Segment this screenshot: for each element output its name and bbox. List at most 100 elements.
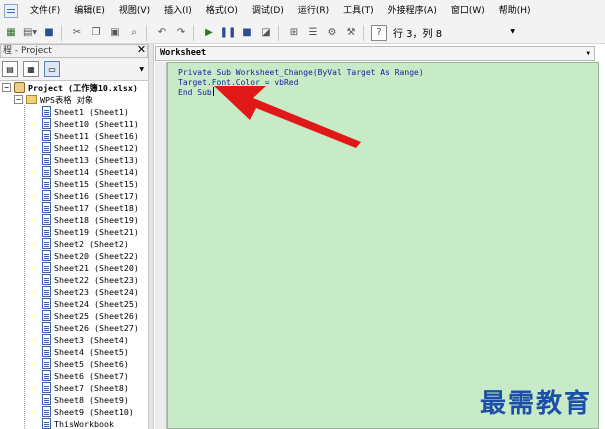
find-icon[interactable]: ⌕ [126,25,142,41]
chevron-down-icon[interactable]: ▼ [586,47,590,60]
tree-item-sheet[interactable]: Sheet8 (Sheet9) [42,394,129,406]
tree-item-sheet[interactable]: Sheet4 (Sheet5) [42,346,129,358]
tree-item-sheet[interactable]: Sheet22 (Sheet23) [42,274,139,286]
sheet-icon [42,238,51,249]
tree-root-row[interactable]: − Project (工作簿10.xlsx) [2,82,138,94]
object-browser-icon[interactable]: ⚙ [324,25,340,41]
menu-file[interactable]: 文件(F) [23,0,67,22]
cut-icon[interactable]: ✂ [69,25,85,41]
tree-item-sheet[interactable]: Sheet26 (Sheet27) [42,322,139,334]
help-icon[interactable]: ? [371,24,387,41]
sheet-icon [42,106,51,117]
toolbox-icon[interactable]: ⚒ [343,25,359,41]
project-tree[interactable]: − Project (工作簿10.xlsx) − WPS表格 对象 Sheet1 (… [0,80,148,429]
standard-toolbar: ▦ ▤ ▼ ■ ✂ ❐ ▣ ⌕ ↶ ↷ ▶ ❚❚ ■ ◪ ⊞ ☰ ⚙ ⚒ ? 行 … [0,22,605,44]
menu-help[interactable]: 帮助(H) [492,0,538,22]
sheet-icon [42,178,51,189]
collapse-icon[interactable]: − [2,83,11,92]
tree-item-sheet[interactable]: Sheet24 (Sheet25) [42,298,139,310]
project-icon [14,82,25,93]
menu-edit[interactable]: 编辑(E) [67,0,112,22]
tree-item-sheet[interactable]: Sheet20 (Sheet22) [42,250,139,262]
tree-item-sheet[interactable]: Sheet11 (Sheet16) [42,130,139,142]
sheet-icon [42,370,51,381]
close-icon[interactable]: ✕ [135,44,148,58]
collapse-icon[interactable]: − [14,95,23,104]
menu-format[interactable]: 格式(O) [199,0,245,22]
tree-item-label: Sheet3 (Sheet4) [54,335,129,345]
redo-icon[interactable]: ↷ [173,25,189,41]
tree-item-sheet[interactable]: Sheet6 (Sheet7) [42,370,129,382]
chevron-down-icon[interactable]: ▼ [139,66,144,73]
properties-icon[interactable]: ☰ [305,25,321,41]
tree-item-label: Sheet4 (Sheet5) [54,347,129,357]
menu-window[interactable]: 窗口(W) [444,0,492,22]
reset-icon[interactable]: ■ [239,25,255,41]
undo-icon[interactable]: ↶ [154,25,170,41]
sheet-icon [42,202,51,213]
menu-tools[interactable]: 工具(T) [336,0,381,22]
menu-addins[interactable]: 外接程序(A) [381,0,444,22]
tree-item-sheet[interactable]: Sheet18 (Sheet19) [42,214,139,226]
copy-icon[interactable]: ❐ [88,25,104,41]
project-explorer-icon[interactable]: ⊞ [286,25,302,41]
menu-view[interactable]: 视图(V) [112,0,157,22]
code-margin[interactable] [155,62,167,429]
tree-item-label: Sheet12 (Sheet12) [54,143,139,153]
tree-item-sheet[interactable]: Sheet13 (Sheet13) [42,154,139,166]
sheet-icon [42,406,51,417]
toolbar-separator [278,24,279,41]
break-icon[interactable]: ❚❚ [220,25,237,41]
tree-item-label: Sheet23 (Sheet24) [54,287,139,297]
object-dropdown[interactable]: Worksheet ▼ [155,46,595,61]
toolbar-options-icon[interactable]: ▼ [510,28,515,35]
tree-item-label: Sheet20 (Sheet22) [54,251,139,261]
tree-item-label: Sheet19 (Sheet21) [54,227,139,237]
run-icon[interactable]: ▶ [201,25,217,41]
code-editor[interactable]: Private Sub Worksheet_Change(ByVal Targe… [167,62,599,429]
tree-item-sheet[interactable]: Sheet17 (Sheet18) [42,202,139,214]
tree-item-label: Sheet24 (Sheet25) [54,299,139,309]
tree-item-sheet[interactable]: Sheet1 (Sheet1) [42,106,129,118]
menu-insert[interactable]: 插入(I) [157,0,199,22]
insert-module-icon[interactable]: ▤ ▼ [22,25,38,41]
tree-item-sheet[interactable]: ThisWorkbook [42,418,114,429]
tree-item-sheet[interactable]: Sheet3 (Sheet4) [42,334,129,346]
tree-item-sheet[interactable]: Sheet23 (Sheet24) [42,286,139,298]
tree-item-sheet[interactable]: Sheet25 (Sheet26) [42,310,139,322]
tree-item-sheet[interactable]: Sheet16 (Sheet17) [42,190,139,202]
text-caret [212,87,214,96]
sheet-icon [42,142,51,153]
tree-item-label: Sheet16 (Sheet17) [54,191,139,201]
tree-item-sheet[interactable]: Sheet10 (Sheet11) [42,118,139,130]
menu-debug[interactable]: 调试(D) [245,0,291,22]
tree-item-sheet[interactable]: Sheet19 (Sheet21) [42,226,139,238]
tree-item-sheet[interactable]: Sheet14 (Sheet14) [42,166,139,178]
sheet-icon [42,166,51,177]
tree-item-sheet[interactable]: Sheet15 (Sheet15) [42,178,139,190]
view-object-icon[interactable]: ▦ [23,61,39,77]
sheet-icon [42,214,51,225]
tree-folder-row[interactable]: − WPS表格 对象 [14,94,93,106]
tree-item-sheet[interactable]: Sheet7 (Sheet8) [42,382,129,394]
design-mode-icon[interactable]: ◪ [258,25,274,41]
tree-item-label: Sheet25 (Sheet26) [54,311,139,321]
paste-icon[interactable]: ▣ [107,25,123,41]
save-icon[interactable]: ■ [41,25,57,41]
code-line[interactable]: End Sub [178,87,214,98]
toggle-folders-icon[interactable]: ▭ [44,61,60,77]
toolbar-separator [193,24,194,41]
code-line-text: Private Sub Worksheet_Change(ByVal Targe… [178,68,424,77]
tree-item-sheet[interactable]: Sheet21 (Sheet20) [42,262,139,274]
code-window: Worksheet ▼ Private Sub Worksheet_Change… [154,44,605,429]
tree-item-label: Sheet5 (Sheet6) [54,359,129,369]
sheet-icon [42,130,51,141]
tree-item-sheet[interactable]: Sheet5 (Sheet6) [42,358,129,370]
menu-run[interactable]: 运行(R) [291,0,336,22]
tree-item-sheet[interactable]: Sheet12 (Sheet12) [42,142,139,154]
toolbar-separator [61,24,62,41]
excel-view-icon[interactable]: ▦ [3,25,19,41]
tree-item-sheet[interactable]: Sheet2 (Sheet2) [42,238,129,250]
tree-item-sheet[interactable]: Sheet9 (Sheet10) [42,406,134,418]
view-code-icon[interactable]: ▤ [2,61,18,77]
